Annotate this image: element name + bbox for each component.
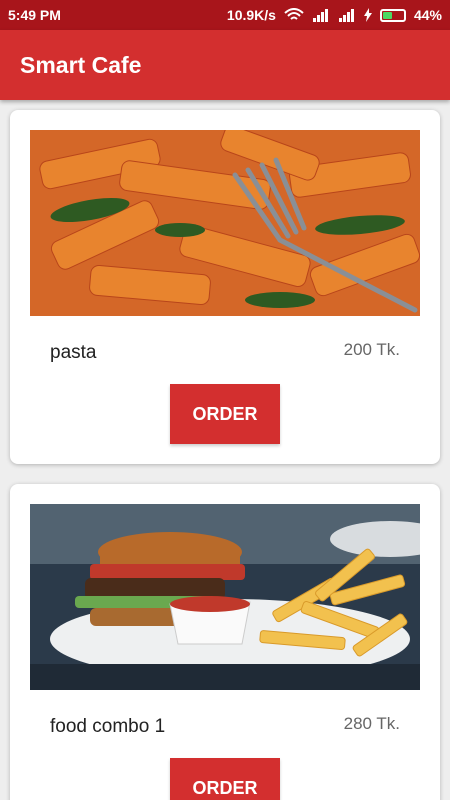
- menu-card-pasta: pasta 200 Tk. ORDER: [10, 110, 440, 464]
- app-title: Smart Cafe: [20, 51, 142, 78]
- signal-icon: [312, 9, 328, 22]
- item-price: 200 Tk.: [343, 340, 400, 359]
- status-bar: 5:49 PM 10.9K/s 44%: [0, 0, 450, 30]
- app-bar: Smart Cafe: [0, 30, 450, 100]
- wifi-icon: [284, 8, 304, 20]
- battery-percent: 44%: [413, 7, 442, 23]
- order-button[interactable]: ORDER: [170, 758, 280, 800]
- signal-icon: [338, 9, 354, 22]
- burger-fries-image: [30, 504, 420, 690]
- pasta-image: [30, 130, 420, 316]
- item-name: food combo 1: [50, 716, 166, 737]
- item-name: pasta: [50, 342, 97, 363]
- item-price: 280 Tk.: [343, 714, 400, 733]
- menu-card-food-combo-1: food combo 1 280 Tk. ORDER: [10, 484, 440, 800]
- charging-icon: [363, 8, 372, 22]
- status-time: 5:49 PM: [8, 7, 61, 23]
- battery-icon: [379, 8, 406, 22]
- network-speed: 10.9K/s: [226, 7, 276, 23]
- order-button[interactable]: ORDER: [170, 384, 280, 444]
- menu-list[interactable]: pasta 200 Tk. ORDER food combo 1 280 Tk.…: [0, 100, 450, 800]
